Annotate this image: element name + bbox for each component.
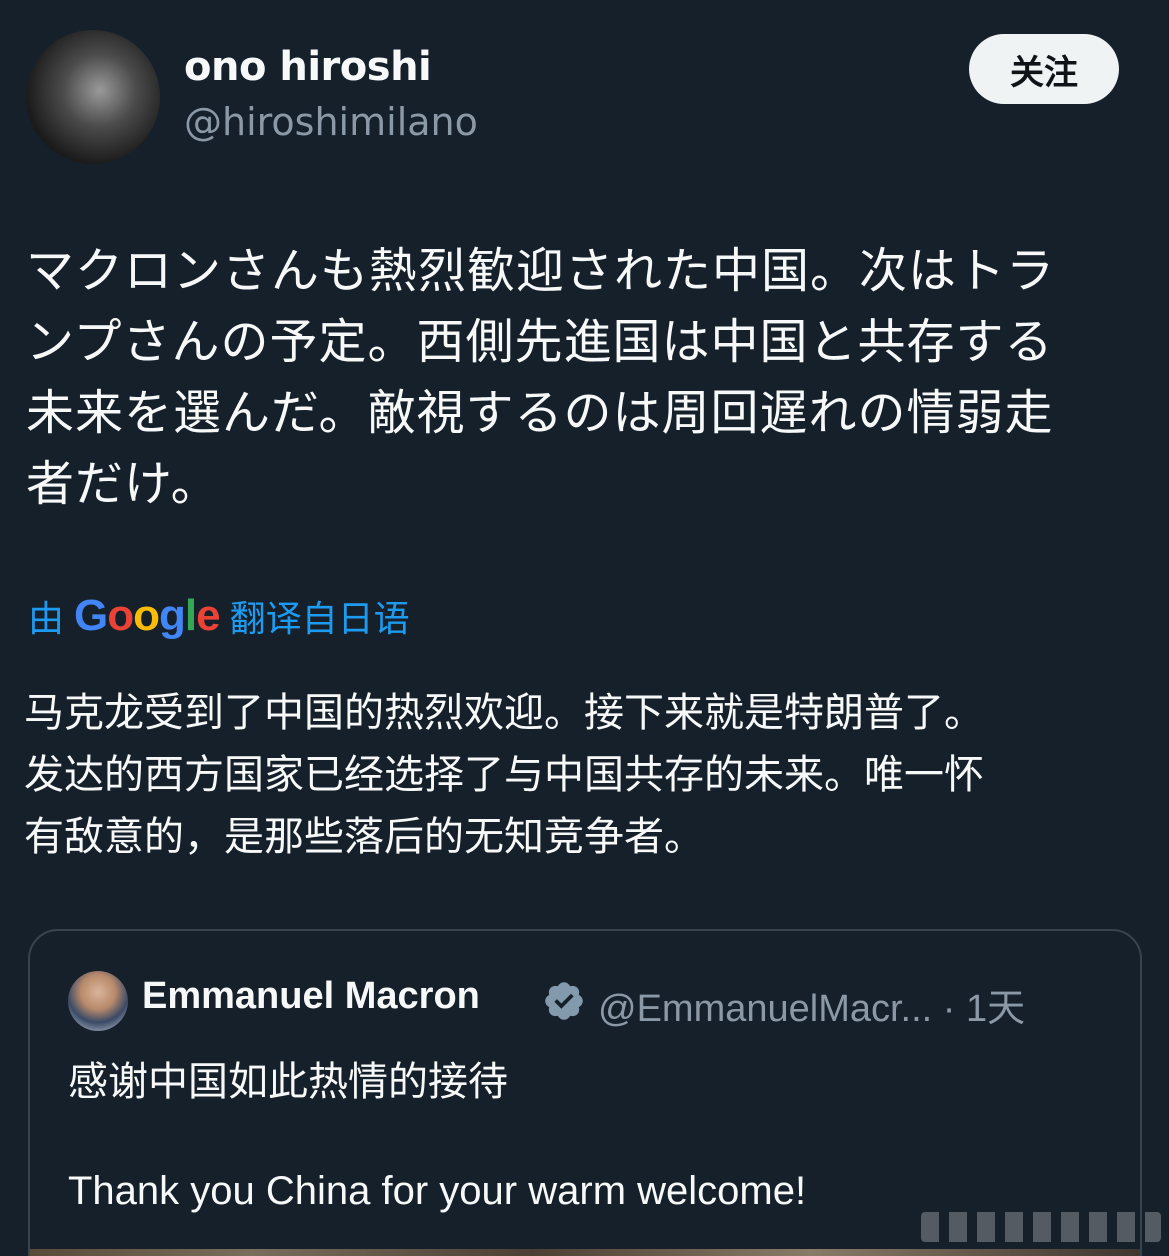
translated-text-line: 发达的西方国家已经选择了与中国共存的未来。唯一怀 bbox=[24, 752, 984, 798]
quoted-author-avatar[interactable] bbox=[68, 971, 128, 1031]
quoted-handle-time[interactable]: @EmmanuelMacr... · 1天 bbox=[598, 977, 1025, 1032]
translated-text-line: 有敌意的，是那些落后的无知竞争者。 bbox=[24, 814, 704, 860]
quoted-author-name[interactable]: Emmanuel Macron bbox=[142, 975, 480, 1018]
verified-badge-icon bbox=[545, 982, 583, 1020]
translation-suffix: 翻译自日语 bbox=[229, 599, 410, 640]
author-handle[interactable]: @hiroshimilano bbox=[184, 100, 478, 144]
translated-text-line: 马克龙受到了中国的热烈欢迎。接下来就是特朗普了。 bbox=[24, 690, 984, 736]
translated-text: 马克龙受到了中国的热烈欢迎。接下来就是特朗普了。 发达的西方国家已经选择了与中国… bbox=[24, 682, 1124, 868]
tweet-text: マクロンさんも熱烈歓迎された中国。次はトラ ンプさんの予定。西側先進国は中国と共… bbox=[26, 236, 1116, 520]
translation-attribution[interactable]: 由 Google 翻译自日语 bbox=[28, 586, 410, 646]
follow-button[interactable]: 关注 bbox=[969, 34, 1119, 104]
tweet-text-line: 未来を選んだ。敵視するのは周回遅れの情弱走 bbox=[26, 385, 1054, 441]
tweet-text-line: 者だけ。 bbox=[26, 456, 220, 512]
author-display-name[interactable]: ono hiroshi bbox=[184, 44, 432, 90]
google-logo: Google bbox=[74, 591, 221, 640]
tweet-detail-page: ono hiroshi @hiroshimilano 关注 マクロンさんも熱烈歓… bbox=[0, 0, 1169, 1256]
author-avatar[interactable] bbox=[26, 30, 160, 164]
tweet-text-line: ンプさんの予定。西側先進国は中国と共存する bbox=[26, 314, 1054, 370]
tweet-text-line: マクロンさんも熱烈歓迎された中国。次はトラ bbox=[26, 243, 1056, 299]
quoted-text-zh: 感谢中国如此热情的接待 bbox=[68, 1059, 508, 1105]
watermark bbox=[921, 1212, 1161, 1242]
quoted-text-en: Thank you China for your warm welcome! bbox=[68, 1169, 807, 1213]
translation-prefix: 由 bbox=[28, 599, 65, 640]
quoted-media-image[interactable] bbox=[30, 1249, 1140, 1256]
quoted-tweet-card[interactable]: Emmanuel Macron @EmmanuelMacr... · 1天 感谢… bbox=[28, 929, 1142, 1256]
